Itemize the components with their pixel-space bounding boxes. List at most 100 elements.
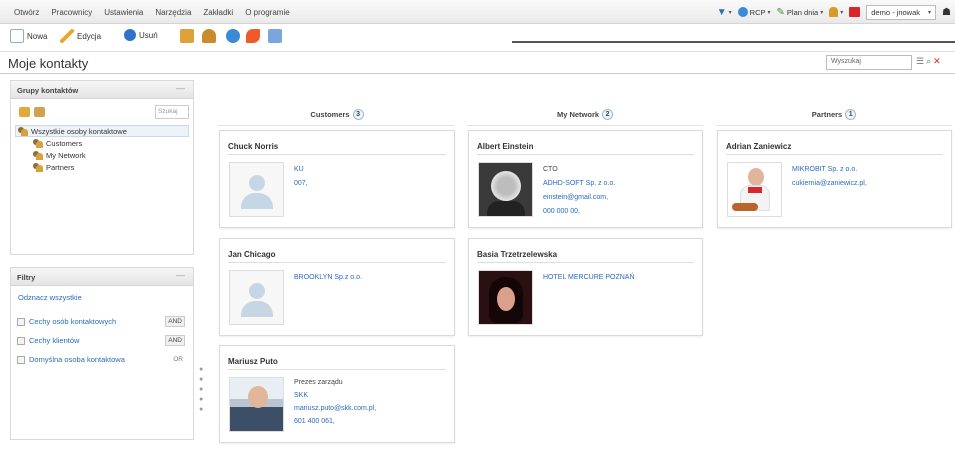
- filter-operator[interactable]: AND: [165, 316, 185, 327]
- filter-operator[interactable]: AND: [165, 335, 185, 346]
- company-link[interactable]: BROOKLYN Sp.z o.o.: [294, 273, 362, 282]
- person-icon[interactable]: ☗: [942, 7, 951, 18]
- delete-button[interactable]: Usuń: [124, 29, 158, 41]
- group-tree: Wszystkie osoby kontaktowe Customers My …: [15, 125, 189, 173]
- group-search-input[interactable]: Szukaj: [155, 105, 189, 119]
- user-dropdown[interactable]: ▾: [829, 7, 843, 17]
- delete-user-icon: [124, 29, 136, 41]
- contact-card[interactable]: Chuck Norris KU 007,: [219, 130, 455, 228]
- column-title: Partners: [811, 109, 843, 119]
- people-icon: [33, 150, 43, 160]
- column-divider: [467, 125, 703, 126]
- menu-item-settings[interactable]: Ustawienia: [104, 8, 143, 17]
- column-header-my-network: My Network 2: [467, 108, 703, 120]
- company-link[interactable]: MIKROBIT Sp. z o.o.: [792, 165, 867, 174]
- phone-link[interactable]: 000 000 00,: [543, 207, 615, 216]
- tree-item-customers[interactable]: Customers: [15, 137, 189, 149]
- edit-label: Edycja: [77, 31, 102, 41]
- contact-name[interactable]: Adrian Zaniewicz: [726, 142, 791, 151]
- contact-card[interactable]: Jan Chicago BROOKLYN Sp.z o.o.: [219, 238, 455, 336]
- contact-name[interactable]: Jan Chicago: [228, 250, 276, 259]
- tree-item-label: Wszystkie osoby kontaktowe: [31, 126, 127, 136]
- panel-splitter[interactable]: ● ● ● ● ●: [199, 366, 203, 413]
- email-link[interactable]: mariusz.puto@skk.com.pl,: [294, 404, 376, 413]
- menu-item-bookmarks[interactable]: Zakładki: [203, 8, 233, 17]
- filter-checkbox[interactable]: [17, 336, 25, 345]
- contact-details: MIKROBIT Sp. z o.o. cukiernia@zaniewicz.…: [792, 165, 867, 188]
- mail-icon[interactable]: [849, 7, 861, 17]
- groups-panel: Grupy kontaktów — Szukaj Wszystkie osoby…: [10, 80, 194, 255]
- email-link[interactable]: einstein@gmail.com,: [543, 193, 615, 202]
- company-link[interactable]: SKK: [294, 391, 376, 400]
- tree-item-my-network[interactable]: My Network: [15, 149, 189, 161]
- email-link[interactable]: cukiernia@zaniewicz.pl,: [792, 179, 867, 188]
- main-menu: Otwórz Pracownicy Ustawienia Narzędzia Z…: [14, 8, 290, 17]
- person-photo-icon: [491, 171, 521, 201]
- new-button[interactable]: Nowa: [10, 29, 47, 43]
- column-divider: [716, 125, 952, 126]
- import-icon[interactable]: [268, 29, 282, 43]
- filter-row[interactable]: Cechy klientów AND: [17, 335, 191, 346]
- contact-name[interactable]: Mariusz Puto: [228, 357, 278, 366]
- contact-name[interactable]: Albert Einstein: [477, 142, 533, 151]
- groups-panel-header: Grupy kontaktów —: [11, 81, 193, 99]
- divider: [228, 262, 446, 263]
- contact-card[interactable]: Basia Trzetrzelewska HOTEL MERCURE POZNA…: [468, 238, 703, 336]
- filter-checkbox[interactable]: [17, 355, 25, 364]
- filters-panel-title: Filtry: [17, 273, 36, 282]
- contact-card-icon[interactable]: [180, 29, 194, 43]
- edit-button[interactable]: Edycja: [60, 29, 101, 43]
- groups-panel-title: Grupy kontaktów: [17, 86, 79, 95]
- account-select[interactable]: demo - jnowak ▾: [866, 4, 937, 20]
- filter-operator[interactable]: OR: [171, 355, 185, 364]
- clear-all-filters-link[interactable]: Odznacz wszystkie: [18, 293, 82, 302]
- phone-link[interactable]: 601 400 061,: [294, 417, 376, 426]
- search-icon[interactable]: ⌕: [926, 56, 931, 67]
- notifications-dropdown[interactable]: ▼ ▾: [717, 7, 732, 18]
- contact-card[interactable]: Albert Einstein CTO ADHD-SOFT Sp. z o.o.…: [468, 130, 703, 228]
- group-icon[interactable]: [202, 29, 216, 43]
- clear-icon[interactable]: ✕: [933, 56, 941, 67]
- new-label: Nowa: [27, 31, 48, 41]
- avatar-placeholder-icon: [230, 163, 283, 216]
- filter-row[interactable]: Cechy osób kontaktowych AND: [17, 316, 191, 327]
- globe-icon: [737, 7, 748, 17]
- refresh-icon[interactable]: [226, 29, 240, 43]
- delete-label: Usuń: [139, 30, 158, 40]
- filter-checkbox[interactable]: [17, 317, 25, 326]
- contact-details: HOTEL MERCURE POZNAŃ: [543, 273, 635, 282]
- tree-item-all-contacts[interactable]: Wszystkie osoby kontaktowe: [15, 125, 189, 137]
- bookmark-icon[interactable]: [246, 29, 260, 43]
- search-options-icon[interactable]: ☰: [916, 56, 924, 67]
- filter-row[interactable]: Domyślna osoba kontaktowa OR: [17, 355, 191, 364]
- plan-dropdown[interactable]: ✎ Plan dnia ▾: [777, 7, 824, 18]
- menu-item-open[interactable]: Otwórz: [14, 8, 39, 17]
- column-divider: [218, 125, 454, 126]
- search-input[interactable]: Wyszukaj: [826, 55, 912, 70]
- collapse-icon[interactable]: —: [176, 83, 185, 93]
- divider: [228, 369, 446, 370]
- phone-link[interactable]: 007,: [294, 179, 308, 188]
- rcp-dropdown[interactable]: RCP ▾: [737, 7, 771, 17]
- people-icon: [18, 126, 28, 136]
- filter-label: Cechy osób kontaktowych: [29, 317, 117, 326]
- company-link[interactable]: KU: [294, 165, 308, 174]
- tree-item-label: Customers: [46, 138, 83, 148]
- menu-item-tools[interactable]: Narzędzia: [155, 8, 191, 17]
- company-link[interactable]: HOTEL MERCURE POZNAŃ: [543, 273, 635, 282]
- top-right-toolbar: ▼ ▾ RCP ▾ ✎ Plan dnia ▾ ▾ demo - jnowak ▾ ☗: [717, 4, 951, 20]
- avatar: [478, 162, 533, 217]
- collapse-icon[interactable]: —: [176, 270, 185, 280]
- tree-item-label: Partners: [46, 162, 75, 172]
- chevron-down-icon: ▾: [840, 9, 844, 16]
- add-group-icon[interactable]: [19, 107, 30, 117]
- contact-card[interactable]: Adrian Zaniewicz MIKROBIT Sp. z o.o. cuk…: [717, 130, 952, 228]
- tree-item-partners[interactable]: Partners: [15, 161, 189, 173]
- contact-name[interactable]: Chuck Norris: [228, 142, 278, 151]
- contact-name[interactable]: Basia Trzetrzelewska: [477, 250, 557, 259]
- edit-group-icon[interactable]: [34, 107, 45, 117]
- menu-item-about[interactable]: O programie: [245, 8, 289, 17]
- contact-card[interactable]: Mariusz Puto Prezes zarządu SKK mariusz.…: [219, 345, 455, 443]
- menu-item-employees[interactable]: Pracownicy: [51, 8, 92, 17]
- company-link[interactable]: ADHD-SOFT Sp. z o.o.: [543, 179, 615, 188]
